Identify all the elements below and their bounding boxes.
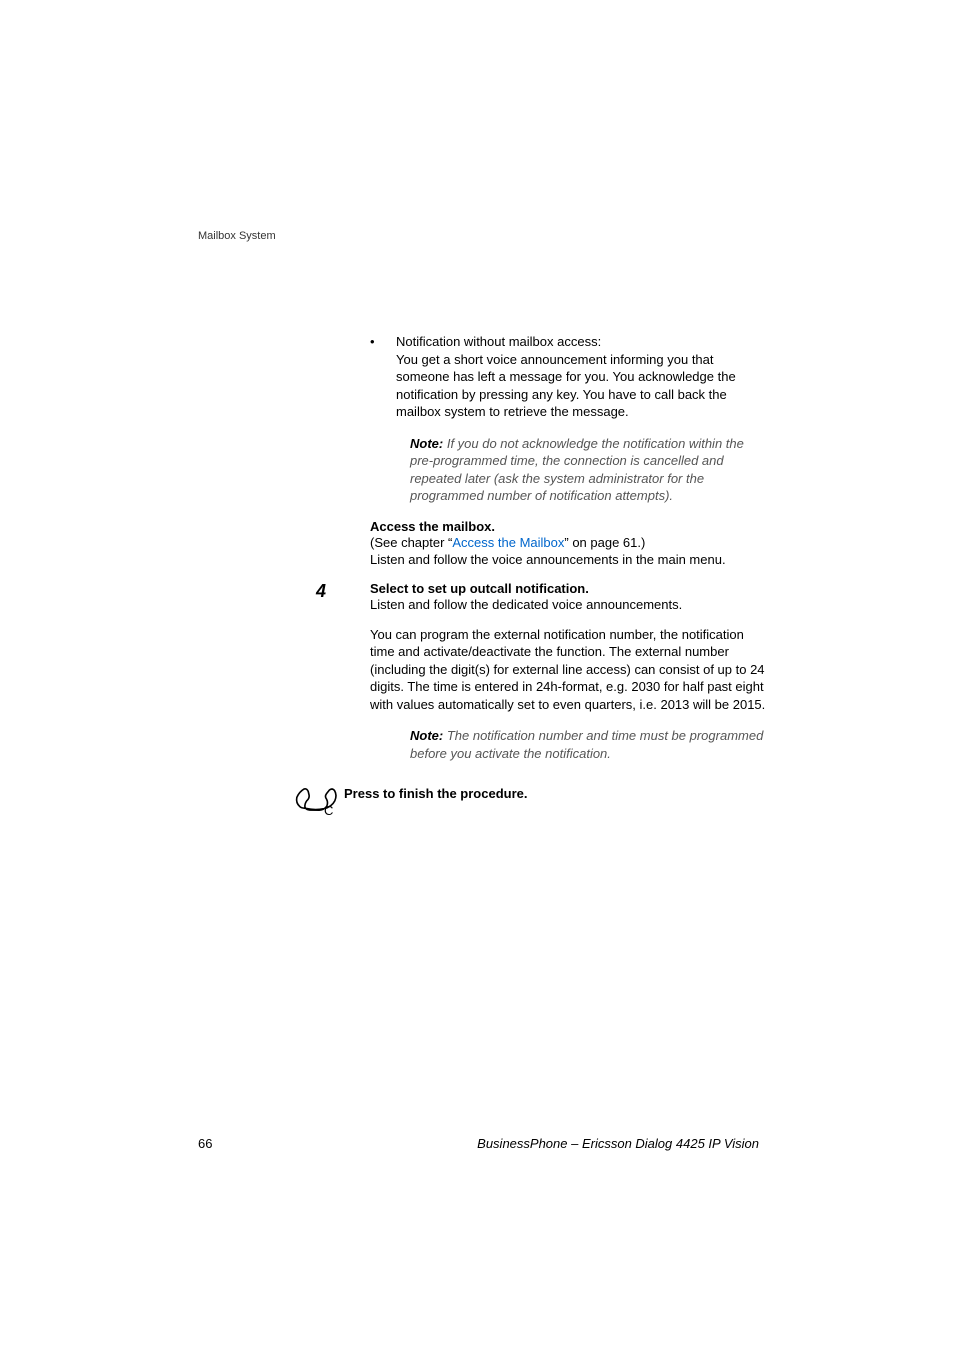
svg-text:C: C [324,803,333,818]
program-paragraph: You can program the external notificatio… [370,626,770,714]
handset-clear-icon: C [290,778,344,818]
step-body: Listen and follow the dedicated voice an… [370,596,770,614]
access-link[interactable]: Access the Mailbox [452,535,564,550]
note-body: If you do not acknowledge the notificati… [410,436,744,504]
step-content: Select to set up outcall notification. L… [370,581,770,614]
note-block-1: Note: If you do not acknowledge the noti… [410,435,770,505]
section-title: Mailbox System [198,230,276,242]
finish-row: C Press to finish the procedure. [370,778,770,823]
step-number: 4 [316,581,370,602]
content-area: • Notification without mailbox access: Y… [370,333,770,823]
bullet-title: Notification without mailbox access: [396,333,770,351]
note-label-2: Note: [410,728,443,743]
access-section: Access the mailbox. (See chapter “Access… [370,519,770,569]
note-block-2: Note: The notification number and time m… [410,727,770,762]
step-4-row: 4 Select to set up outcall notification.… [370,581,770,614]
note-label: Note: [410,436,443,451]
access-line1: (See chapter “Access the Mailbox” on pag… [370,534,770,552]
finish-text: Press to finish the procedure. [344,778,770,801]
access-line2: Listen and follow the voice announcement… [370,551,770,569]
footer-product: BusinessPhone – Ericsson Dialog 4425 IP … [477,1136,759,1151]
access-suffix: ” on page 61.) [564,535,645,550]
page-number: 66 [198,1136,212,1151]
bullet-body: You get a short voice announcement infor… [396,351,770,421]
bullet-text: Notification without mailbox access: You… [396,333,770,421]
access-prefix: (See chapter “ [370,535,452,550]
access-title: Access the mailbox. [370,519,770,534]
bullet-marker: • [370,333,396,421]
bullet-item: • Notification without mailbox access: Y… [370,333,770,421]
page-header: Mailbox System [198,230,276,242]
note-body-2: The notification number and time must be… [410,728,763,761]
handset-icon-cell: C [290,778,344,823]
step-title: Select to set up outcall notification. [370,581,770,596]
